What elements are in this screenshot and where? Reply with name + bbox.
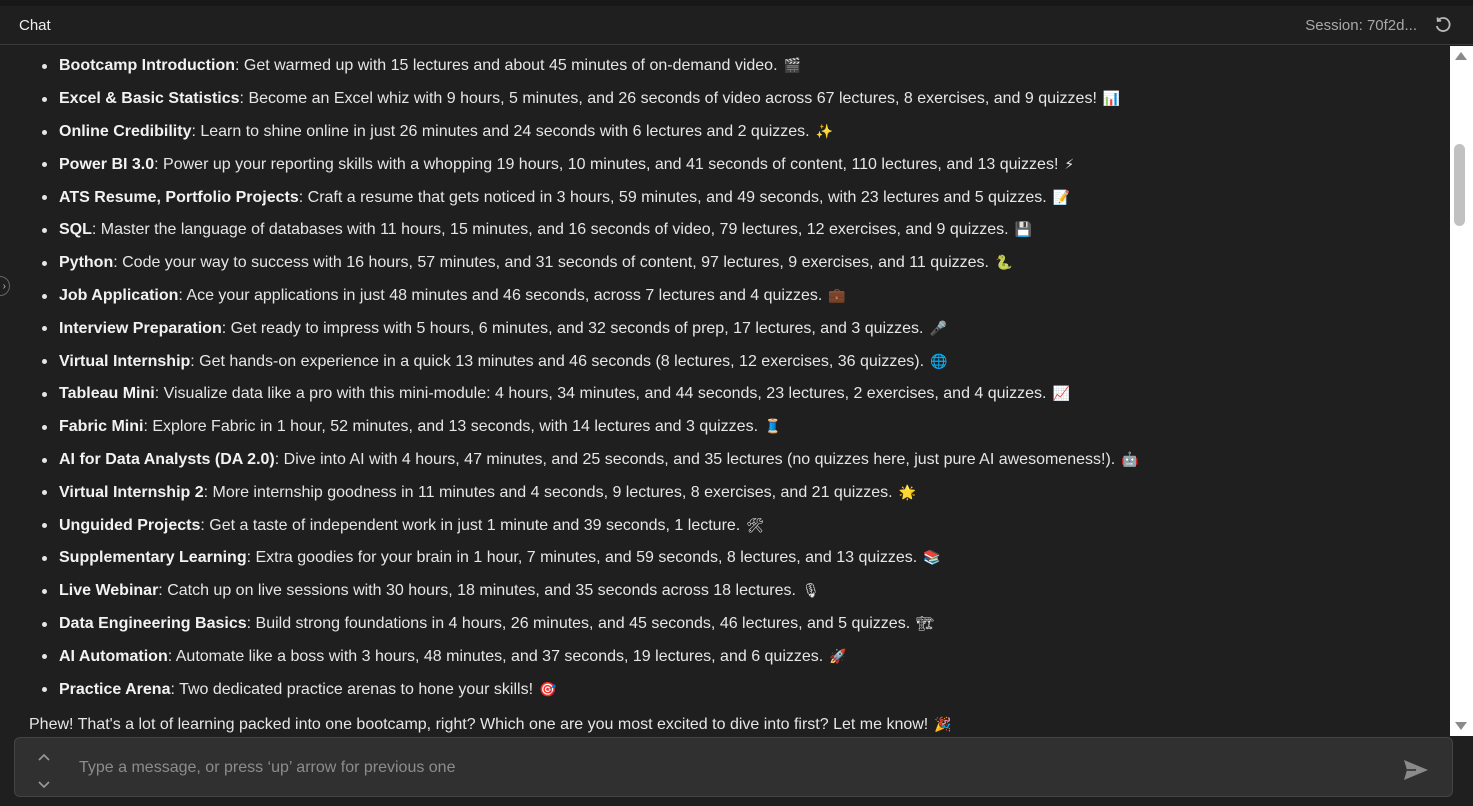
list-item: ATS Resume, Portfolio Projects: Craft a … xyxy=(42,181,1450,214)
course-name: Online Credibility xyxy=(59,122,192,140)
course-name: Power BI 3.0 xyxy=(59,155,155,173)
course-name: Virtual Internship 2 xyxy=(59,483,204,501)
list-item: Practice Arena: Two dedicated practice a… xyxy=(42,673,1450,706)
bar-chart-icon: 📊 xyxy=(1102,91,1121,108)
course-description: : Become an Excel whiz with 9 hours, 5 m… xyxy=(239,90,1097,108)
course-name: ATS Resume, Portfolio Projects xyxy=(59,188,299,206)
list-item: AI Automation: Automate like a boss with… xyxy=(42,640,1450,673)
briefcase-icon: 💼 xyxy=(828,287,846,304)
message-composer xyxy=(14,737,1453,797)
course-description: : Visualize data like a pro with this mi… xyxy=(154,385,1047,403)
course-name: Data Engineering Basics xyxy=(59,614,247,632)
course-description: : Ace your applications in just 48 minut… xyxy=(178,286,823,304)
course-name: Tableau Mini xyxy=(59,385,155,403)
target-icon: 🎯 xyxy=(539,681,557,698)
list-item: Interview Preparation: Get ready to impr… xyxy=(42,312,1450,345)
scrollbar-thumb[interactable] xyxy=(1454,144,1465,226)
robot-icon: 🤖 xyxy=(1121,451,1139,468)
studio-microphone-icon: 🎙 xyxy=(801,583,820,600)
course-name: Live Webinar xyxy=(59,582,159,600)
vertical-scrollbar[interactable] xyxy=(1450,46,1473,736)
course-description: : Build strong foundations in 4 hours, 2… xyxy=(246,614,911,632)
list-item: AI for Data Analysts (DA 2.0): Dive into… xyxy=(42,444,1450,477)
course-name: Virtual Internship xyxy=(59,352,191,370)
scroll-down-arrow-icon[interactable] xyxy=(1455,722,1467,730)
list-item: Live Webinar: Catch up on live sessions … xyxy=(42,575,1450,608)
lightning-icon: ⚡ xyxy=(1064,156,1075,173)
course-description: : Learn to shine online in just 26 minut… xyxy=(191,122,810,140)
tools-icon: 🛠 xyxy=(746,517,765,534)
course-description: : Code your way to success with 16 hours… xyxy=(113,254,989,272)
list-item: Online Credibility: Learn to shine onlin… xyxy=(42,116,1450,149)
memo-icon: 📝 xyxy=(1052,189,1071,206)
chat-message-area: Bootcamp Introduction: Get warmed up wit… xyxy=(0,46,1450,736)
closing-message: Phew! That's a lot of learning packed in… xyxy=(29,716,952,734)
list-item: Unguided Projects: Get a taste of indepe… xyxy=(42,509,1450,542)
clapperboard-icon: 🎬 xyxy=(783,58,801,75)
list-item: Virtual Internship: Get hands-on experie… xyxy=(42,345,1450,378)
list-item: Python: Code your way to success with 16… xyxy=(42,247,1450,280)
list-item: Excel & Basic Statistics: Become an Exce… xyxy=(42,83,1450,116)
course-description: : Power up your reporting skills with a … xyxy=(154,155,1059,173)
snake-icon: 🐍 xyxy=(994,255,1013,272)
chevron-up-icon[interactable] xyxy=(37,752,51,762)
course-description: : Get hands-on experience in a quick 13 … xyxy=(190,352,925,370)
message-input[interactable] xyxy=(77,750,1381,786)
thread-spool-icon: 🧵 xyxy=(764,419,782,436)
course-name: Job Application xyxy=(59,286,179,304)
course-name: Interview Preparation xyxy=(59,319,222,337)
history-navigator xyxy=(35,752,53,790)
session-id: Session: 70f2d... xyxy=(1305,16,1417,34)
course-name: SQL xyxy=(59,221,92,239)
list-item: SQL: Master the language of databases wi… xyxy=(42,214,1450,247)
scroll-up-arrow-icon[interactable] xyxy=(1455,52,1467,60)
course-description: : Craft a resume that gets noticed in 3 … xyxy=(298,188,1047,206)
list-item: Tableau Mini: Visualize data like a pro … xyxy=(42,378,1450,411)
course-description: : Explore Fabric in 1 hour, 52 minutes, … xyxy=(143,418,759,436)
course-name: Excel & Basic Statistics xyxy=(59,90,240,108)
party-popper-icon: 🎉 xyxy=(934,717,952,733)
chat-header: Chat Session: 70f2d... xyxy=(0,6,1473,45)
books-icon: 📚 xyxy=(923,550,941,567)
course-description: : Get a taste of independent work in jus… xyxy=(200,516,741,534)
course-name: Unguided Projects xyxy=(59,516,201,534)
course-name: AI Automation xyxy=(59,647,168,665)
list-item: Job Application: Ace your applications i… xyxy=(42,280,1450,313)
course-description: : Master the language of databases with … xyxy=(91,221,1009,239)
list-item: Bootcamp Introduction: Get warmed up wit… xyxy=(42,50,1450,83)
microphone-icon: 🎤 xyxy=(929,320,947,337)
course-list: Bootcamp Introduction: Get warmed up wit… xyxy=(0,50,1450,706)
course-description: : More internship goodness in 11 minutes… xyxy=(203,483,893,501)
send-icon[interactable] xyxy=(1402,758,1430,782)
course-name: Practice Arena xyxy=(59,680,171,698)
list-item: Power BI 3.0: Power up your reporting sk… xyxy=(42,148,1450,181)
chat-title: Chat xyxy=(19,16,51,34)
globe-icon: 🌐 xyxy=(930,353,948,370)
sparkles-icon: ✨ xyxy=(815,123,834,140)
list-item: Fabric Mini: Explore Fabric in 1 hour, 5… xyxy=(42,411,1450,444)
course-name: AI for Data Analysts (DA 2.0) xyxy=(59,450,275,468)
course-name: Bootcamp Introduction xyxy=(59,57,235,75)
course-name: Supplementary Learning xyxy=(59,549,247,567)
list-item: Data Engineering Basics: Build strong fo… xyxy=(42,608,1450,641)
rocket-icon: 🚀 xyxy=(829,648,847,665)
course-description: : Automate like a boss with 3 hours, 48 … xyxy=(167,647,824,665)
course-description: : Extra goodies for your brain in 1 hour… xyxy=(246,549,918,567)
chevron-down-icon[interactable] xyxy=(37,780,51,790)
construction-icon: 🏗 xyxy=(916,615,934,632)
course-name: Fabric Mini xyxy=(59,418,144,436)
course-description: : Two dedicated practice arenas to hone … xyxy=(170,680,534,698)
list-item: Supplementary Learning: Extra goodies fo… xyxy=(42,542,1450,575)
closing-text: Phew! That's a lot of learning packed in… xyxy=(29,716,929,733)
list-item: Virtual Internship 2: More internship go… xyxy=(42,476,1450,509)
course-name: Python xyxy=(59,254,114,272)
course-description: : Catch up on live sessions with 30 hour… xyxy=(158,582,796,600)
course-description: : Dive into AI with 4 hours, 47 minutes,… xyxy=(274,450,1116,468)
refresh-icon[interactable] xyxy=(1433,15,1453,35)
course-description: : Get warmed up with 15 lectures and abo… xyxy=(234,57,778,75)
star-icon: 🌟 xyxy=(898,484,917,501)
trend-chart-icon: 📈 xyxy=(1052,386,1070,403)
course-description: : Get ready to impress with 5 hours, 6 m… xyxy=(221,319,924,337)
floppy-disk-icon: 💾 xyxy=(1014,222,1033,239)
